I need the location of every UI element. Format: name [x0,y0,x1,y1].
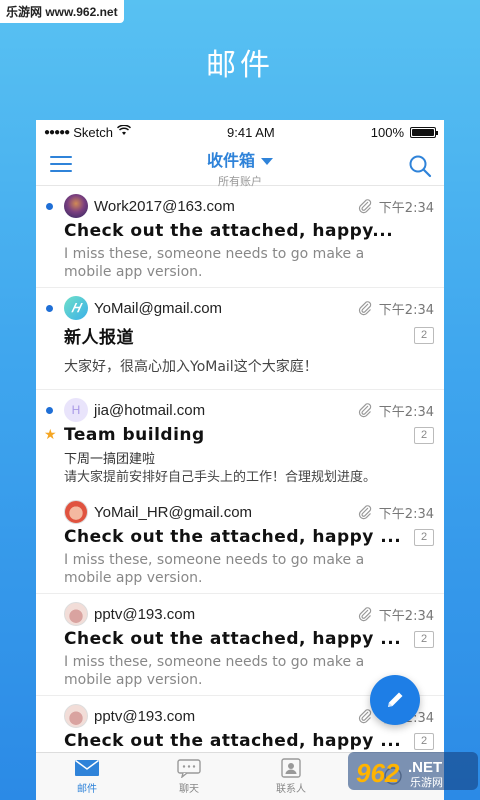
mail-subline: 下周一搞团建啦 [64,452,156,467]
tab-label: 联系人 [276,784,306,795]
svg-text:乐游网: 乐游网 [410,776,443,789]
thread-count-badge: 2 [414,732,434,750]
mail-subject: Team building [64,425,205,445]
page-heading: 邮件 [206,48,274,83]
chat-icon [177,759,201,778]
tab-contacts[interactable]: 联系人 [240,753,342,800]
mail-subject: Check out the attached, happy... [64,221,394,241]
unread-dot [46,305,53,312]
mail-time: 下午2:34 [378,302,434,318]
tab-label: 聊天 [179,784,199,795]
mail-subject: Check out the attached, happy ... [64,527,402,547]
search-icon[interactable] [408,154,432,178]
mail-preview: I miss these, someone needs to go make a… [64,552,365,586]
svg-text:.NET: .NET [408,759,442,776]
unread-dot [46,407,53,414]
caret-down-icon [261,158,273,166]
mail-time: 下午2:34 [378,404,434,420]
attachment-icon [358,301,371,316]
phone-screen: ●●●●● Sketch 9:41 AM 100% 收件箱 所有账户 Work2… [36,120,444,800]
mail-subject: Check out the attached, happy ... [64,629,402,649]
mail-preview: 大家好，很高心加入YoMail这个大家庭！ [64,359,318,375]
unread-dot [46,203,53,210]
mail-item[interactable]: YoMail_HR@gmail.com 下午2:34 Check out the… [36,492,444,594]
mail-time: 下午2:34 [378,608,434,624]
mail-item[interactable]: ★ H jia@hotmail.com 下午2:34 Team building… [36,390,444,492]
tab-label: 邮件 [77,784,97,795]
avatar [64,704,88,728]
attachment-icon [358,607,371,622]
battery-percent: 100% [370,124,404,140]
sender: YoMail_HR@gmail.com [94,503,253,521]
thread-count-badge: 2 [414,528,434,546]
attachment-icon [358,199,371,214]
mailbox-switcher[interactable]: 收件箱 所有账户 [36,147,444,189]
avatar [64,500,88,524]
pencil-icon [388,692,403,707]
mail-preview: 请大家提前安排好自己手头上的工作！合理规划进度。 [64,470,377,485]
star-icon[interactable]: ★ [44,426,57,443]
attachment-icon [358,403,371,418]
sender: Work2017@163.com [94,197,235,215]
mail-preview: I miss these, someone needs to go make a… [64,246,365,280]
compose-button[interactable] [370,675,420,725]
sender: jia@hotmail.com [94,401,206,419]
mail-item[interactable]: Work2017@163.com 下午2:34 Check out the at… [36,186,444,288]
watermark-logo: 962 .NET 乐游网 [348,748,478,794]
sender: pptv@193.com [94,707,196,725]
status-time: 9:41 AM [227,124,275,140]
sender: pptv@193.com [94,605,196,623]
battery-icon [410,126,438,138]
attachment-icon [358,505,371,520]
thread-count-badge: 2 [414,630,434,648]
mail-item[interactable]: 𝐻 YoMail@gmail.com 下午2:34 新人报道 2 大家好，很高心… [36,288,444,390]
mail-subject: 新人报道 [64,328,134,348]
watermark-top: 乐游网 www.962.net [0,0,124,23]
avatar: 𝐻 [64,296,88,320]
signal-icon: ●●●●● [44,126,70,138]
mail-preview: I miss these, someone needs to go make a… [64,654,365,688]
mail-icon [75,759,99,776]
tab-chat[interactable]: 聊天 [138,753,240,800]
carrier: Sketch [73,124,113,140]
thread-count-badge: 2 [414,426,434,444]
avatar [64,602,88,626]
avatar: H [64,398,88,422]
mail-time: 下午2:34 [378,200,434,216]
avatar [64,194,88,218]
nav-bar: 收件箱 所有账户 [36,144,444,189]
contacts-icon [281,758,301,778]
mail-time: 下午2:34 [378,506,434,522]
svg-text:962: 962 [356,758,400,788]
wifi-icon [116,124,131,139]
status-bar: ●●●●● Sketch 9:41 AM 100% [36,120,444,144]
tab-mail[interactable]: 邮件 [36,753,138,800]
thread-count-badge: 2 [414,327,434,344]
attachment-icon [358,709,371,724]
nav-title: 收件箱 [206,151,255,170]
sender: YoMail@gmail.com [94,299,223,317]
